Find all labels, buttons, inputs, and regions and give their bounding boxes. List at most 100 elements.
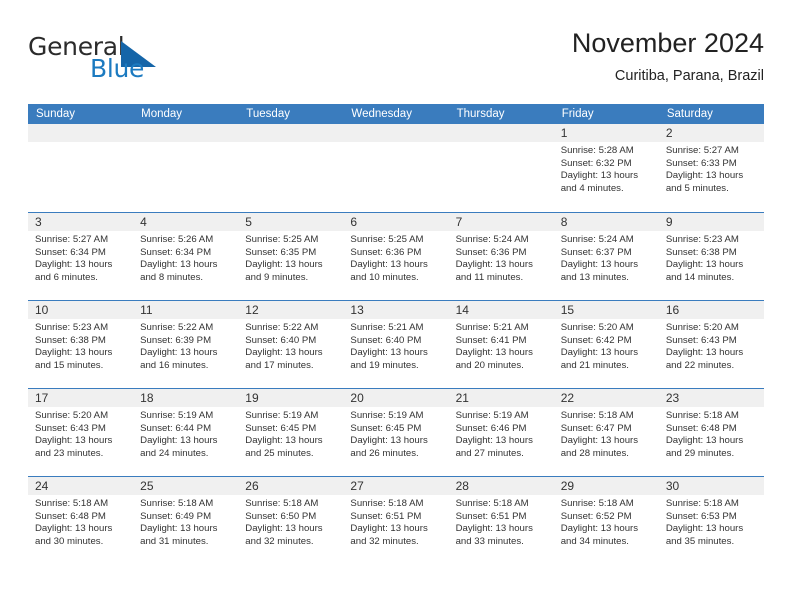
sunset-text: Sunset: 6:45 PM bbox=[350, 422, 422, 434]
daylight-text-line1: Daylight: 13 hours bbox=[245, 259, 323, 271]
day-info: Sunrise: 5:18 AM Sunset: 6:51 PM Dayligh… bbox=[343, 495, 448, 548]
daylight-text-line2: and 34 minutes. bbox=[560, 535, 629, 547]
day-info: Sunrise: 5:18 AM Sunset: 6:49 PM Dayligh… bbox=[133, 495, 238, 548]
day-cell[interactable]: 20 Sunrise: 5:19 AM Sunset: 6:45 PM Dayl… bbox=[343, 389, 449, 476]
day-cell[interactable]: 4 Sunrise: 5:26 AM Sunset: 6:34 PM Dayli… bbox=[133, 213, 239, 300]
day-cell[interactable]: 19 Sunrise: 5:19 AM Sunset: 6:45 PM Dayl… bbox=[238, 389, 344, 476]
day-cell[interactable]: 21 Sunrise: 5:19 AM Sunset: 6:46 PM Dayl… bbox=[448, 389, 554, 476]
weekday-header-wednesday: Wednesday bbox=[351, 108, 412, 120]
day-cell[interactable]: 10 Sunrise: 5:23 AM Sunset: 6:38 PM Dayl… bbox=[28, 301, 134, 388]
day-number: 30 bbox=[658, 477, 764, 495]
weekday-header-friday: Friday bbox=[561, 108, 594, 120]
sunrise-text: Sunrise: 5:18 AM bbox=[35, 498, 109, 509]
day-number: 13 bbox=[343, 301, 449, 319]
day-cell[interactable]: 26 Sunrise: 5:18 AM Sunset: 6:50 PM Dayl… bbox=[238, 477, 344, 564]
day-info: Sunrise: 5:25 AM Sunset: 6:36 PM Dayligh… bbox=[343, 231, 448, 284]
day-info: Sunrise: 5:19 AM Sunset: 6:46 PM Dayligh… bbox=[449, 407, 554, 460]
day-cell-empty bbox=[448, 124, 554, 212]
sunset-text: Sunset: 6:39 PM bbox=[140, 334, 212, 346]
day-number: 20 bbox=[343, 389, 449, 407]
day-number bbox=[448, 124, 554, 142]
sunrise-text: Sunrise: 5:20 AM bbox=[665, 322, 739, 333]
day-number: 1 bbox=[553, 124, 659, 142]
daylight-text-line1: Daylight: 13 hours bbox=[665, 347, 744, 359]
daylight-text-line2: and 23 minutes. bbox=[35, 447, 104, 459]
day-info: Sunrise: 5:27 AM Sunset: 6:34 PM Dayligh… bbox=[28, 231, 133, 284]
daylight-text-line1: Daylight: 13 hours bbox=[455, 523, 533, 535]
daylight-text-line2: and 22 minutes. bbox=[665, 359, 735, 371]
day-cell[interactable]: 17 Sunrise: 5:20 AM Sunset: 6:43 PM Dayl… bbox=[28, 389, 134, 476]
day-cell[interactable]: 5 Sunrise: 5:25 AM Sunset: 6:35 PM Dayli… bbox=[238, 213, 344, 300]
day-cell[interactable]: 29 Sunrise: 5:18 AM Sunset: 6:52 PM Dayl… bbox=[553, 477, 659, 564]
day-number bbox=[238, 124, 344, 142]
day-cell[interactable]: 15 Sunrise: 5:20 AM Sunset: 6:42 PM Dayl… bbox=[553, 301, 659, 388]
daylight-text-line2: and 25 minutes. bbox=[245, 447, 314, 459]
day-cell[interactable]: 11 Sunrise: 5:22 AM Sunset: 6:39 PM Dayl… bbox=[133, 301, 239, 388]
daylight-text-line2: and 5 minutes. bbox=[665, 182, 729, 194]
day-info: Sunrise: 5:28 AM Sunset: 6:32 PM Dayligh… bbox=[554, 142, 659, 195]
sunset-text: Sunset: 6:49 PM bbox=[140, 510, 212, 522]
day-cell[interactable]: 30 Sunrise: 5:18 AM Sunset: 6:53 PM Dayl… bbox=[658, 477, 764, 564]
day-cell[interactable]: 14 Sunrise: 5:21 AM Sunset: 6:41 PM Dayl… bbox=[448, 301, 554, 388]
daylight-text-line2: and 11 minutes. bbox=[455, 271, 524, 283]
logo-text-blue: Blue bbox=[90, 54, 145, 83]
day-cell[interactable]: 16 Sunrise: 5:20 AM Sunset: 6:43 PM Dayl… bbox=[658, 301, 764, 388]
sunset-text: Sunset: 6:34 PM bbox=[35, 246, 106, 258]
day-cell[interactable]: 2 Sunrise: 5:27 AM Sunset: 6:33 PM Dayli… bbox=[658, 124, 764, 212]
day-cell[interactable]: 9 Sunrise: 5:23 AM Sunset: 6:38 PM Dayli… bbox=[658, 213, 764, 300]
day-cell[interactable]: 23 Sunrise: 5:18 AM Sunset: 6:48 PM Dayl… bbox=[658, 389, 764, 476]
sunrise-text: Sunrise: 5:21 AM bbox=[455, 322, 529, 333]
day-number: 4 bbox=[133, 213, 239, 231]
day-cell[interactable]: 6 Sunrise: 5:25 AM Sunset: 6:36 PM Dayli… bbox=[343, 213, 449, 300]
general-blue-logo[interactable]: General Blue bbox=[28, 32, 208, 88]
weekday-header-row: Sunday Monday Tuesday Wednesday Thursday… bbox=[28, 104, 764, 124]
sunset-text: Sunset: 6:41 PM bbox=[455, 334, 527, 346]
sunset-text: Sunset: 6:46 PM bbox=[455, 422, 527, 434]
day-cell[interactable]: 25 Sunrise: 5:18 AM Sunset: 6:49 PM Dayl… bbox=[133, 477, 239, 564]
calendar-grid: Sunday Monday Tuesday Wednesday Thursday… bbox=[28, 104, 764, 564]
day-cell[interactable]: 24 Sunrise: 5:18 AM Sunset: 6:48 PM Dayl… bbox=[28, 477, 134, 564]
day-number: 16 bbox=[658, 301, 764, 319]
day-cell-empty bbox=[343, 124, 449, 212]
day-cell[interactable]: 3 Sunrise: 5:27 AM Sunset: 6:34 PM Dayli… bbox=[28, 213, 134, 300]
day-cell[interactable]: 12 Sunrise: 5:22 AM Sunset: 6:40 PM Dayl… bbox=[238, 301, 344, 388]
day-cell[interactable]: 27 Sunrise: 5:18 AM Sunset: 6:51 PM Dayl… bbox=[343, 477, 449, 564]
sunset-text: Sunset: 6:37 PM bbox=[560, 246, 632, 258]
week-row: 24 Sunrise: 5:18 AM Sunset: 6:48 PM Dayl… bbox=[28, 476, 764, 564]
daylight-text-line1: Daylight: 13 hours bbox=[35, 347, 113, 359]
day-cell[interactable]: 1 Sunrise: 5:28 AM Sunset: 6:32 PM Dayli… bbox=[553, 124, 659, 212]
day-number: 5 bbox=[238, 213, 344, 231]
day-cell[interactable]: 18 Sunrise: 5:19 AM Sunset: 6:44 PM Dayl… bbox=[133, 389, 239, 476]
daylight-text-line1: Daylight: 13 hours bbox=[560, 435, 639, 447]
daylight-text-line1: Daylight: 13 hours bbox=[350, 435, 428, 447]
daylight-text-line1: Daylight: 13 hours bbox=[35, 259, 113, 271]
sunset-text: Sunset: 6:47 PM bbox=[560, 422, 632, 434]
weekday-header-saturday: Saturday bbox=[666, 108, 713, 120]
weekday-header-monday: Monday bbox=[141, 108, 183, 120]
daylight-text-line1: Daylight: 13 hours bbox=[140, 435, 218, 447]
day-number bbox=[133, 124, 239, 142]
day-info: Sunrise: 5:18 AM Sunset: 6:50 PM Dayligh… bbox=[238, 495, 343, 548]
week-row: 1 Sunrise: 5:28 AM Sunset: 6:32 PM Dayli… bbox=[28, 124, 764, 212]
day-cell[interactable]: 13 Sunrise: 5:21 AM Sunset: 6:40 PM Dayl… bbox=[343, 301, 449, 388]
sunrise-text: Sunrise: 5:18 AM bbox=[455, 498, 529, 509]
sunset-text: Sunset: 6:52 PM bbox=[560, 510, 632, 522]
sunrise-text: Sunrise: 5:27 AM bbox=[35, 234, 109, 245]
sunrise-text: Sunrise: 5:22 AM bbox=[245, 322, 319, 333]
daylight-text-line2: and 30 minutes. bbox=[35, 535, 104, 547]
day-cell[interactable]: 28 Sunrise: 5:18 AM Sunset: 6:51 PM Dayl… bbox=[448, 477, 554, 564]
day-info: Sunrise: 5:20 AM Sunset: 6:43 PM Dayligh… bbox=[28, 407, 133, 460]
daylight-text-line2: and 35 minutes. bbox=[665, 535, 735, 547]
sunset-text: Sunset: 6:43 PM bbox=[665, 334, 737, 346]
sunset-text: Sunset: 6:42 PM bbox=[560, 334, 632, 346]
daylight-text-line2: and 24 minutes. bbox=[140, 447, 209, 459]
day-cell[interactable]: 8 Sunrise: 5:24 AM Sunset: 6:37 PM Dayli… bbox=[553, 213, 659, 300]
sunset-text: Sunset: 6:44 PM bbox=[140, 422, 212, 434]
daylight-text-line2: and 16 minutes. bbox=[140, 359, 209, 371]
sunrise-text: Sunrise: 5:19 AM bbox=[140, 410, 214, 421]
daylight-text-line2: and 6 minutes. bbox=[35, 271, 98, 283]
day-cell[interactable]: 22 Sunrise: 5:18 AM Sunset: 6:47 PM Dayl… bbox=[553, 389, 659, 476]
day-info: Sunrise: 5:23 AM Sunset: 6:38 PM Dayligh… bbox=[659, 231, 764, 284]
day-cell[interactable]: 7 Sunrise: 5:24 AM Sunset: 6:36 PM Dayli… bbox=[448, 213, 554, 300]
daylight-text-line1: Daylight: 13 hours bbox=[455, 435, 533, 447]
